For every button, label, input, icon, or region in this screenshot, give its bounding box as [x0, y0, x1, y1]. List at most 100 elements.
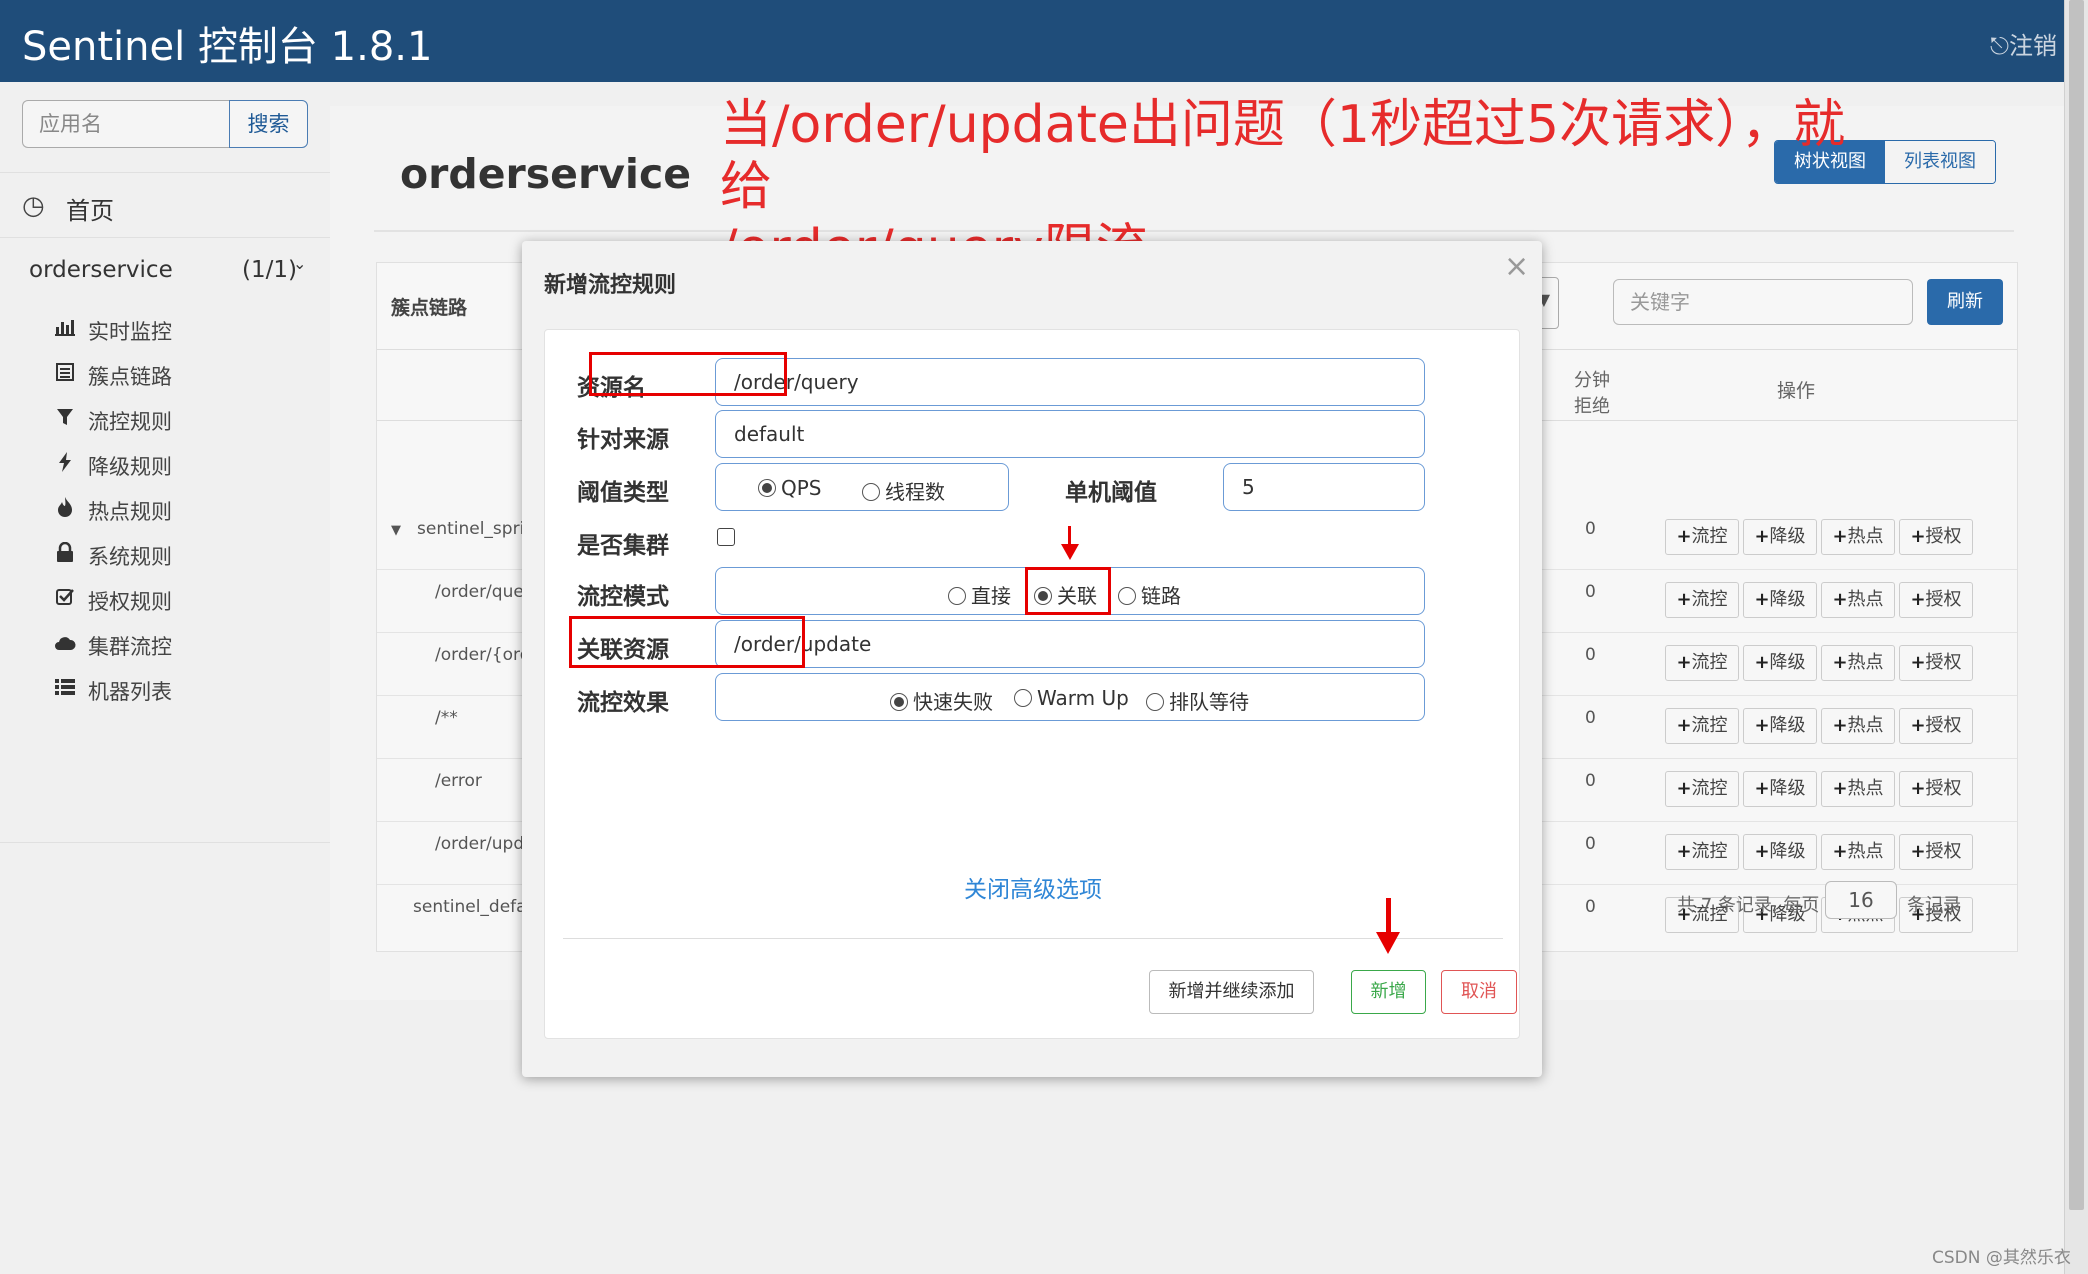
radio-chain[interactable]: 链路: [1118, 580, 1181, 609]
cluster-checkbox[interactable]: [717, 528, 735, 546]
add-hotspot-rule-button[interactable]: +热点: [1821, 771, 1895, 807]
add-hotspot-rule-button[interactable]: +热点: [1821, 645, 1895, 681]
radio-label: 排队等待: [1169, 690, 1249, 714]
add-hotspot-rule-button[interactable]: +热点: [1821, 708, 1895, 744]
add-button[interactable]: 新增: [1351, 970, 1426, 1014]
sidebar-item-machine-list[interactable]: 机器列表: [0, 661, 330, 721]
add-flow-rule-button[interactable]: +流控: [1665, 771, 1739, 807]
pager-suffix: 条记录: [1907, 895, 1961, 916]
threshold-type-label: 阈值类型: [577, 480, 669, 506]
add-hotspot-rule-button[interactable]: +热点: [1821, 519, 1895, 555]
add-auth-rule-button[interactable]: +授权: [1899, 582, 1973, 618]
page-size-input[interactable]: 16: [1825, 881, 1897, 919]
add-hotspot-rule-button[interactable]: +热点: [1821, 834, 1895, 870]
highlight-box: [569, 616, 805, 668]
tree-toggle-icon[interactable]: ▼: [391, 523, 401, 538]
filter-icon: [54, 407, 76, 431]
add-hotspot-rule-button[interactable]: +热点: [1821, 582, 1895, 618]
single-threshold-input[interactable]: 5: [1223, 463, 1425, 511]
resource-name: /**: [435, 708, 458, 728]
add-auth-rule-button[interactable]: +授权: [1899, 834, 1973, 870]
op-label: 流控: [1691, 778, 1728, 799]
add-and-continue-button[interactable]: 新增并继续添加: [1149, 970, 1314, 1014]
flow-effect-group: 快速失败 Warm Up 排队等待: [715, 673, 1425, 721]
add-degrade-rule-button[interactable]: +降级: [1743, 582, 1817, 618]
op-label: 降级: [1769, 778, 1806, 799]
logout-link[interactable]: ⎋注销: [1990, 26, 2057, 61]
add-flow-rule-button[interactable]: +流控: [1665, 834, 1739, 870]
toggle-advanced-link[interactable]: 关闭高级选项: [545, 870, 1521, 904]
add-auth-rule-button[interactable]: +授权: [1899, 519, 1973, 555]
page-scrollbar[interactable]: [2064, 0, 2088, 1274]
list-icon: [54, 362, 76, 386]
radio-threads[interactable]: 线程数: [862, 476, 945, 505]
block-count: 0: [1585, 771, 1596, 791]
close-icon[interactable]: ×: [1504, 249, 1529, 284]
app-search-input[interactable]: 应用名: [22, 100, 229, 148]
resource-name-input[interactable]: /order/query: [715, 358, 1425, 406]
add-auth-rule-button[interactable]: +授权: [1899, 645, 1973, 681]
pager-text: 共 7 条记录, 每页: [1677, 895, 1820, 916]
add-flow-rule-modal: 新增流控规则 × 资源名 /order/query 针对来源 default 阈…: [522, 241, 1542, 1077]
flow-mode-label: 流控模式: [577, 584, 669, 610]
app-name: orderservice: [29, 257, 173, 283]
op-label: 热点: [1847, 715, 1884, 736]
radio-queue[interactable]: 排队等待: [1146, 686, 1249, 715]
resource-name: /order/quer: [435, 582, 531, 602]
add-degrade-rule-button[interactable]: +降级: [1743, 645, 1817, 681]
radio-dot: [862, 483, 880, 501]
radio-direct[interactable]: 直接: [948, 580, 1011, 609]
sidebar-item-label: 系统规则: [88, 545, 172, 569]
arrow-head: [1376, 932, 1400, 954]
related-resource-input[interactable]: /order/update: [715, 620, 1425, 668]
single-threshold-label: 单机阈值: [1065, 480, 1157, 506]
origin-input[interactable]: default: [715, 410, 1425, 458]
plus-icon: +: [1754, 778, 1770, 799]
plus-icon: +: [1832, 841, 1848, 862]
sidebar-item-label: 授权规则: [88, 590, 172, 614]
resource-name: sentinel_sprin: [417, 519, 536, 539]
add-auth-rule-button[interactable]: +授权: [1899, 771, 1973, 807]
plus-icon: +: [1910, 652, 1926, 673]
sidebar-item-home[interactable]: ◷ 首页: [0, 172, 330, 238]
add-degrade-rule-button[interactable]: +降级: [1743, 771, 1817, 807]
list-view-button[interactable]: 列表视图: [1885, 141, 1995, 183]
scrollbar-thumb[interactable]: [2069, 0, 2084, 1210]
cancel-button[interactable]: 取消: [1441, 970, 1517, 1014]
bar-chart-icon: [54, 317, 76, 341]
add-degrade-rule-button[interactable]: +降级: [1743, 834, 1817, 870]
highlight-box: [1025, 567, 1111, 615]
add-degrade-rule-button[interactable]: +降级: [1743, 519, 1817, 555]
radio-dot: [758, 479, 776, 497]
keyword-input[interactable]: 关键字: [1613, 279, 1913, 325]
add-flow-rule-button[interactable]: +流控: [1665, 582, 1739, 618]
column-header-ops: 操作: [1777, 380, 1816, 402]
radio-dot: [948, 587, 966, 605]
plus-icon: +: [1910, 715, 1926, 736]
refresh-button[interactable]: 刷新: [1927, 279, 2003, 325]
radio-dot: [1146, 693, 1164, 711]
add-auth-rule-button[interactable]: +授权: [1899, 708, 1973, 744]
add-flow-rule-button[interactable]: +流控: [1665, 708, 1739, 744]
app-search-button[interactable]: 搜索: [229, 100, 308, 148]
block-count: 0: [1585, 897, 1596, 917]
plus-icon: +: [1676, 589, 1692, 610]
add-flow-rule-button[interactable]: +流控: [1665, 645, 1739, 681]
sidebar-app-orderservice[interactable]: orderservice (1/1) ⌄: [0, 238, 330, 304]
op-label: 热点: [1847, 841, 1884, 862]
lock-icon: [54, 541, 76, 567]
radio-qps[interactable]: QPS: [758, 476, 822, 500]
radio-label: Warm Up: [1037, 686, 1129, 710]
sidebar-item-label: 降级规则: [88, 455, 172, 479]
plus-icon: +: [1676, 778, 1692, 799]
add-flow-rule-button[interactable]: +流控: [1665, 519, 1739, 555]
plus-icon: +: [1910, 589, 1926, 610]
op-label: 流控: [1691, 652, 1728, 673]
radio-warm-up[interactable]: Warm Up: [1014, 686, 1129, 710]
flow-effect-label: 流控效果: [577, 690, 669, 716]
rule-form: 资源名 /order/query 针对来源 default 阈值类型 QPS 线…: [544, 329, 1520, 1039]
add-degrade-rule-button[interactable]: +降级: [1743, 708, 1817, 744]
plus-icon: +: [1910, 778, 1926, 799]
plus-icon: +: [1676, 841, 1692, 862]
radio-fast-fail[interactable]: 快速失败: [890, 686, 993, 715]
